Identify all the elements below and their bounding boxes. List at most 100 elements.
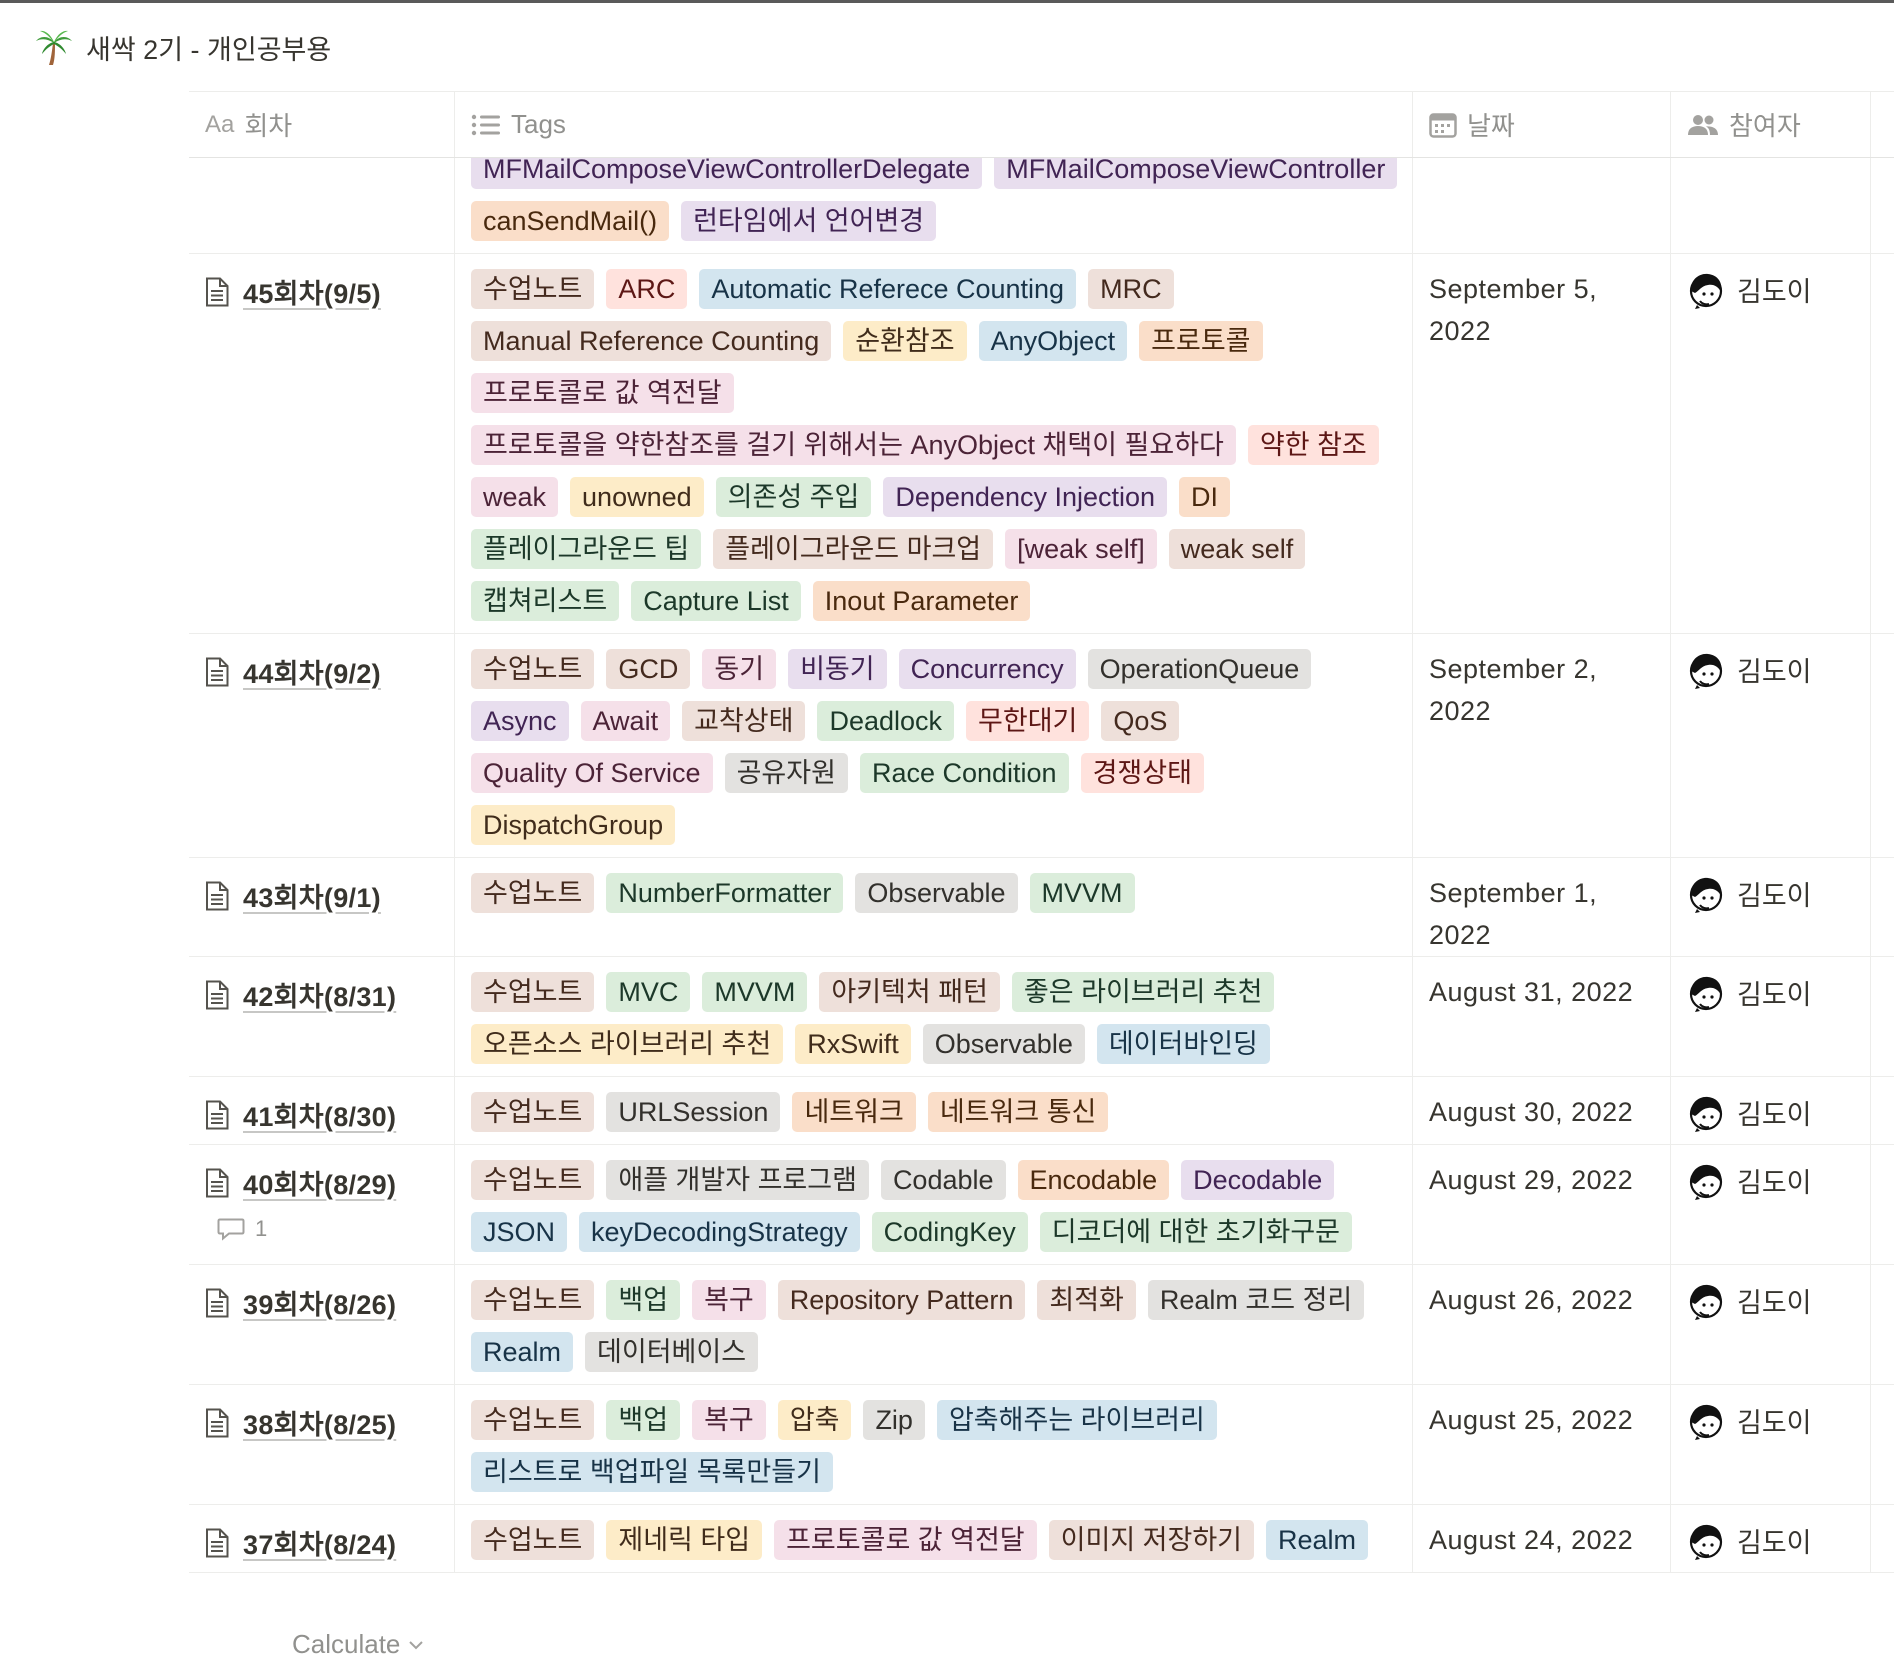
row-title[interactable]: 44회차(9/2) [205, 652, 454, 691]
tag-chip: 플레이그라운드 마크업 [713, 529, 994, 569]
tags-cell[interactable]: 수업노트 백업 복구 Repository Pattern 최적화 Realm 코드 정리… [455, 1265, 1413, 1384]
row-title-cell[interactable]: 43회차(9/1) [189, 858, 455, 956]
tag-chip: 프로토콜을 약한참조를 걸기 위해서는 AnyObject 채택이 필요하다 [471, 425, 1236, 465]
date-cell[interactable] [1413, 158, 1671, 253]
page-title[interactable]: 새싹 2기 - 개인공부용 [86, 28, 331, 67]
comment-count[interactable]: 1 [205, 1216, 454, 1242]
row-title-cell[interactable]: 38회차(8/25) [189, 1385, 455, 1504]
chevron-down-icon [409, 1640, 424, 1649]
tag-chip: 최적화 [1037, 1280, 1136, 1320]
tag-chip: 수업노트 [471, 972, 595, 1012]
table-row[interactable]: 37회차(8/24) 수업노트 제네릭 타입 프로토콜로 값 역전달 이미지 저장하기 R… [189, 1505, 1894, 1573]
row-title-cell[interactable]: 42회차(8/31) [189, 957, 455, 1076]
tag-chip: Quality Of Service [471, 753, 713, 793]
tag-chip: URLSession [606, 1092, 781, 1132]
table-row[interactable]: 41회차(8/30) 수업노트 URLSession 네트워크 네트워크 통신 Augus… [189, 1077, 1894, 1145]
row-title-cell[interactable]: 41회차(8/30) [189, 1077, 455, 1144]
row-title-cell[interactable]: 39회차(8/26) [189, 1265, 455, 1384]
table-row[interactable]: 40회차(8/29) 1 수업노트 애플 개발자 프로그램 Codable Encodab… [189, 1145, 1894, 1265]
tag-chip: 무한대기 [966, 701, 1090, 741]
column-header-people[interactable]: 참여자 [1671, 92, 1871, 157]
date-cell[interactable]: August 30, 2022 [1413, 1077, 1671, 1144]
row-title[interactable]: 41회차(8/30) [205, 1095, 454, 1134]
date-text: September 1, 2022 [1429, 878, 1598, 950]
tags-cell[interactable]: 수업노트 GCD 동기 비동기 Concurrency OperationQueue Asy… [455, 634, 1413, 857]
date-cell[interactable]: August 26, 2022 [1413, 1265, 1671, 1384]
row-title[interactable]: 37회차(8/24) [205, 1523, 454, 1562]
tags-cell[interactable]: 수업노트 URLSession 네트워크 네트워크 통신 [455, 1077, 1413, 1144]
row-title[interactable]: 43회차(9/1) [205, 876, 454, 915]
people-cell[interactable]: 김도이 [1671, 1265, 1871, 1384]
row-title[interactable]: 39회차(8/26) [205, 1283, 454, 1322]
avatar-icon [1689, 976, 1723, 1012]
tag-chip: 의존성 주입 [715, 477, 872, 517]
people-cell[interactable]: 김도이 [1671, 634, 1871, 857]
table-row[interactable]: 45회차(9/5) 수업노트 ARC Automatic Referece Count… [189, 254, 1894, 634]
tag-chip: AnyObject [978, 321, 1128, 361]
table-row[interactable]: 38회차(8/25) 수업노트 백업 복구 압축 Zip 압축해주는 라이브러리 리스트로 백… [189, 1385, 1894, 1505]
row-title[interactable]: 42회차(8/31) [205, 975, 454, 1014]
people-cell[interactable]: 김도이 [1671, 1505, 1871, 1572]
date-cell[interactable]: August 29, 2022 [1413, 1145, 1671, 1264]
table-row[interactable]: MFMailComposeViewControllerDelegate MFMai… [189, 158, 1894, 254]
tag-chip: 수업노트 [471, 1400, 595, 1440]
row-title[interactable]: 40회차(8/29) [205, 1163, 454, 1202]
row-title-text[interactable]: 37회차(8/24) [243, 1523, 396, 1562]
people-cell[interactable]: 김도이 [1671, 1385, 1871, 1504]
table-row[interactable]: 39회차(8/26) 수업노트 백업 복구 Repository Pattern 최적화 R… [189, 1265, 1894, 1385]
table-row[interactable]: 43회차(9/1) 수업노트 NumberFormatter Observable MV… [189, 858, 1894, 957]
table-row[interactable]: 42회차(8/31) 수업노트 MVC MVVM 아키텍처 패턴 좋은 라이브러리 추천 오… [189, 957, 1894, 1077]
tags-cell[interactable]: 수업노트 애플 개발자 프로그램 Codable Encodable Decodable… [455, 1145, 1413, 1264]
tag-chip: JSON [471, 1212, 568, 1252]
calculate-button[interactable]: Calculate [292, 1629, 424, 1660]
person-chip: 김도이 [1687, 973, 1870, 1012]
date-cell[interactable]: September 2, 2022 [1413, 634, 1671, 857]
tags-cell[interactable]: 수업노트 NumberFormatter Observable MVVM [455, 858, 1413, 956]
people-cell[interactable]: 김도이 [1671, 858, 1871, 956]
date-cell[interactable]: September 1, 2022 [1413, 858, 1671, 956]
extra-column-cell [1871, 254, 1894, 633]
tags-cell[interactable]: 수업노트 제네릭 타입 프로토콜로 값 역전달 이미지 저장하기 Realm [455, 1505, 1413, 1572]
row-title-text[interactable]: 39회차(8/26) [243, 1283, 396, 1322]
extra-column-cell [1871, 1145, 1894, 1264]
row-title-text[interactable]: 42회차(8/31) [243, 975, 396, 1014]
tag-chip: 압축 [777, 1400, 852, 1440]
table-row[interactable]: 44회차(9/2) 수업노트 GCD 동기 비동기 Concurrency Operatio… [189, 634, 1894, 858]
date-cell[interactable]: September 5, 2022 [1413, 254, 1671, 633]
people-cell[interactable] [1671, 158, 1871, 253]
row-title[interactable]: 45회차(9/5) [205, 272, 454, 311]
row-title-cell[interactable]: 45회차(9/5) [189, 254, 455, 633]
tags-cell[interactable]: MFMailComposeViewControllerDelegate MFMai… [455, 158, 1413, 253]
tags-cell[interactable]: 수업노트 백업 복구 압축 Zip 압축해주는 라이브러리 리스트로 백업파일 목록만들기 [455, 1385, 1413, 1504]
person-name: 김도이 [1737, 657, 1812, 687]
extra-column-cell [1871, 634, 1894, 857]
row-title-text[interactable]: 41회차(8/30) [243, 1095, 396, 1134]
row-title-text[interactable]: 40회차(8/29) [243, 1163, 396, 1202]
people-cell[interactable]: 김도이 [1671, 1077, 1871, 1144]
column-header-date[interactable]: 날짜 [1413, 92, 1671, 157]
date-cell[interactable]: August 24, 2022 [1413, 1505, 1671, 1572]
people-cell[interactable]: 김도이 [1671, 957, 1871, 1076]
date-cell[interactable]: August 31, 2022 [1413, 957, 1671, 1076]
row-title-cell[interactable]: 40회차(8/29) 1 [189, 1145, 455, 1264]
row-title-text[interactable]: 43회차(9/1) [243, 876, 381, 915]
column-header-name[interactable]: Aa 회차 [189, 92, 455, 157]
tags-cell[interactable]: 수업노트 ARC Automatic Referece Counting MRC Man… [455, 254, 1413, 633]
row-title-cell[interactable]: 44회차(9/2) [189, 634, 455, 857]
date-text: August 29, 2022 [1429, 1165, 1634, 1195]
tag-chip: 교착상태 [682, 701, 806, 741]
people-cell[interactable]: 김도이 [1671, 1145, 1871, 1264]
tags-cell[interactable]: 수업노트 MVC MVVM 아키텍처 패턴 좋은 라이브러리 추천 오픈소스 라이브러리 … [455, 957, 1413, 1076]
extra-column-cell [1871, 158, 1894, 253]
row-title-cell[interactable]: 37회차(8/24) [189, 1505, 455, 1572]
row-title-cell[interactable] [189, 158, 455, 253]
column-header-tags[interactable]: Tags [455, 92, 1413, 157]
tag-chip: Capture List [631, 581, 801, 621]
row-title-text[interactable]: 38회차(8/25) [243, 1403, 396, 1442]
date-cell[interactable]: August 25, 2022 [1413, 1385, 1671, 1504]
tag-chip: Dependency Injection [883, 477, 1168, 517]
row-title[interactable]: 38회차(8/25) [205, 1403, 454, 1442]
people-cell[interactable]: 김도이 [1671, 254, 1871, 633]
row-title-text[interactable]: 45회차(9/5) [243, 272, 381, 311]
row-title-text[interactable]: 44회차(9/2) [243, 652, 381, 691]
